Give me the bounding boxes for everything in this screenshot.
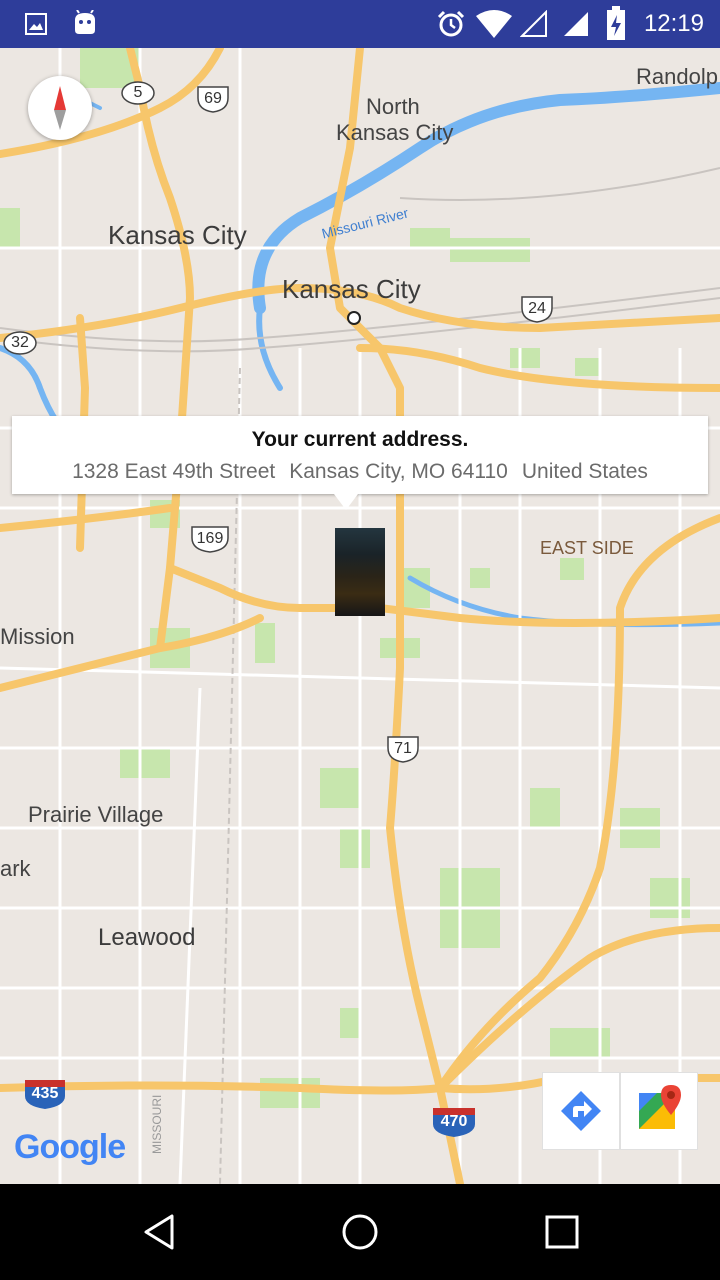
map-view[interactable]: Kansas City Kansas City North Kansas Cit… (0, 48, 720, 1184)
battery-charging-icon (607, 6, 625, 40)
wifi-icon (476, 10, 512, 38)
photo-marker[interactable] (335, 528, 385, 616)
signal-icon (564, 12, 588, 36)
navigation-bar (0, 1184, 720, 1280)
directions-button[interactable] (542, 1072, 620, 1150)
back-icon[interactable] (140, 1212, 180, 1252)
info-window-address: 1328 East 49th Street Kansas City, MO 641… (12, 460, 708, 484)
route-shield-169: 169 (188, 524, 232, 554)
compass-button[interactable] (28, 76, 92, 140)
place-label-randolph: Randolp (636, 64, 718, 89)
interstate-shield-435: 435 (22, 1078, 68, 1110)
signal-empty-icon (520, 10, 547, 37)
android-icon (75, 10, 95, 34)
address-city: Kansas City, MO 64110 (289, 460, 508, 483)
place-label-ark: ark (0, 856, 31, 881)
compass-icon (54, 86, 66, 130)
route-shield-32: 32 (2, 330, 38, 356)
interstate-shield-470: 470 (430, 1106, 478, 1138)
route-shield-24: 24 (518, 294, 556, 324)
place-label-north-kansas-city-1: North (366, 94, 420, 119)
route-shield-5: 5 (120, 80, 156, 106)
address-country: United States (521, 460, 648, 483)
info-window-title: Your current address. (251, 428, 469, 451)
info-window[interactable]: Your current address. 1328 East 49th Str… (12, 416, 708, 494)
place-label-east-side: EAST SIDE (540, 538, 634, 558)
directions-icon (561, 1091, 601, 1131)
recents-icon[interactable] (542, 1212, 582, 1252)
info-window-pointer (334, 494, 358, 510)
status-time: 12:19 (643, 10, 704, 37)
route-shield-71: 71 (384, 734, 422, 764)
address-street: 1328 East 49th Street (72, 460, 276, 483)
google-logo: Google (14, 1128, 126, 1166)
alarm-icon (437, 10, 465, 37)
place-label-north-kansas-city-2: Kansas City (336, 120, 454, 145)
place-label-leawood: Leawood (98, 924, 196, 951)
home-icon[interactable] (340, 1212, 380, 1252)
route-shield-69: 69 (194, 84, 232, 114)
place-label-prairie-village: Prairie Village (28, 802, 164, 827)
place-label-kansas-city: Kansas City (282, 274, 421, 304)
status-bar: 12:19 (0, 0, 720, 48)
state-label-missouri: MISSOURI (150, 1094, 164, 1154)
place-label-mission: Mission (0, 624, 75, 649)
open-in-maps-button[interactable] (620, 1072, 698, 1150)
google-maps-icon (639, 1085, 681, 1129)
image-icon (25, 13, 47, 35)
place-label-kansas-city-west: Kansas City (108, 220, 247, 250)
